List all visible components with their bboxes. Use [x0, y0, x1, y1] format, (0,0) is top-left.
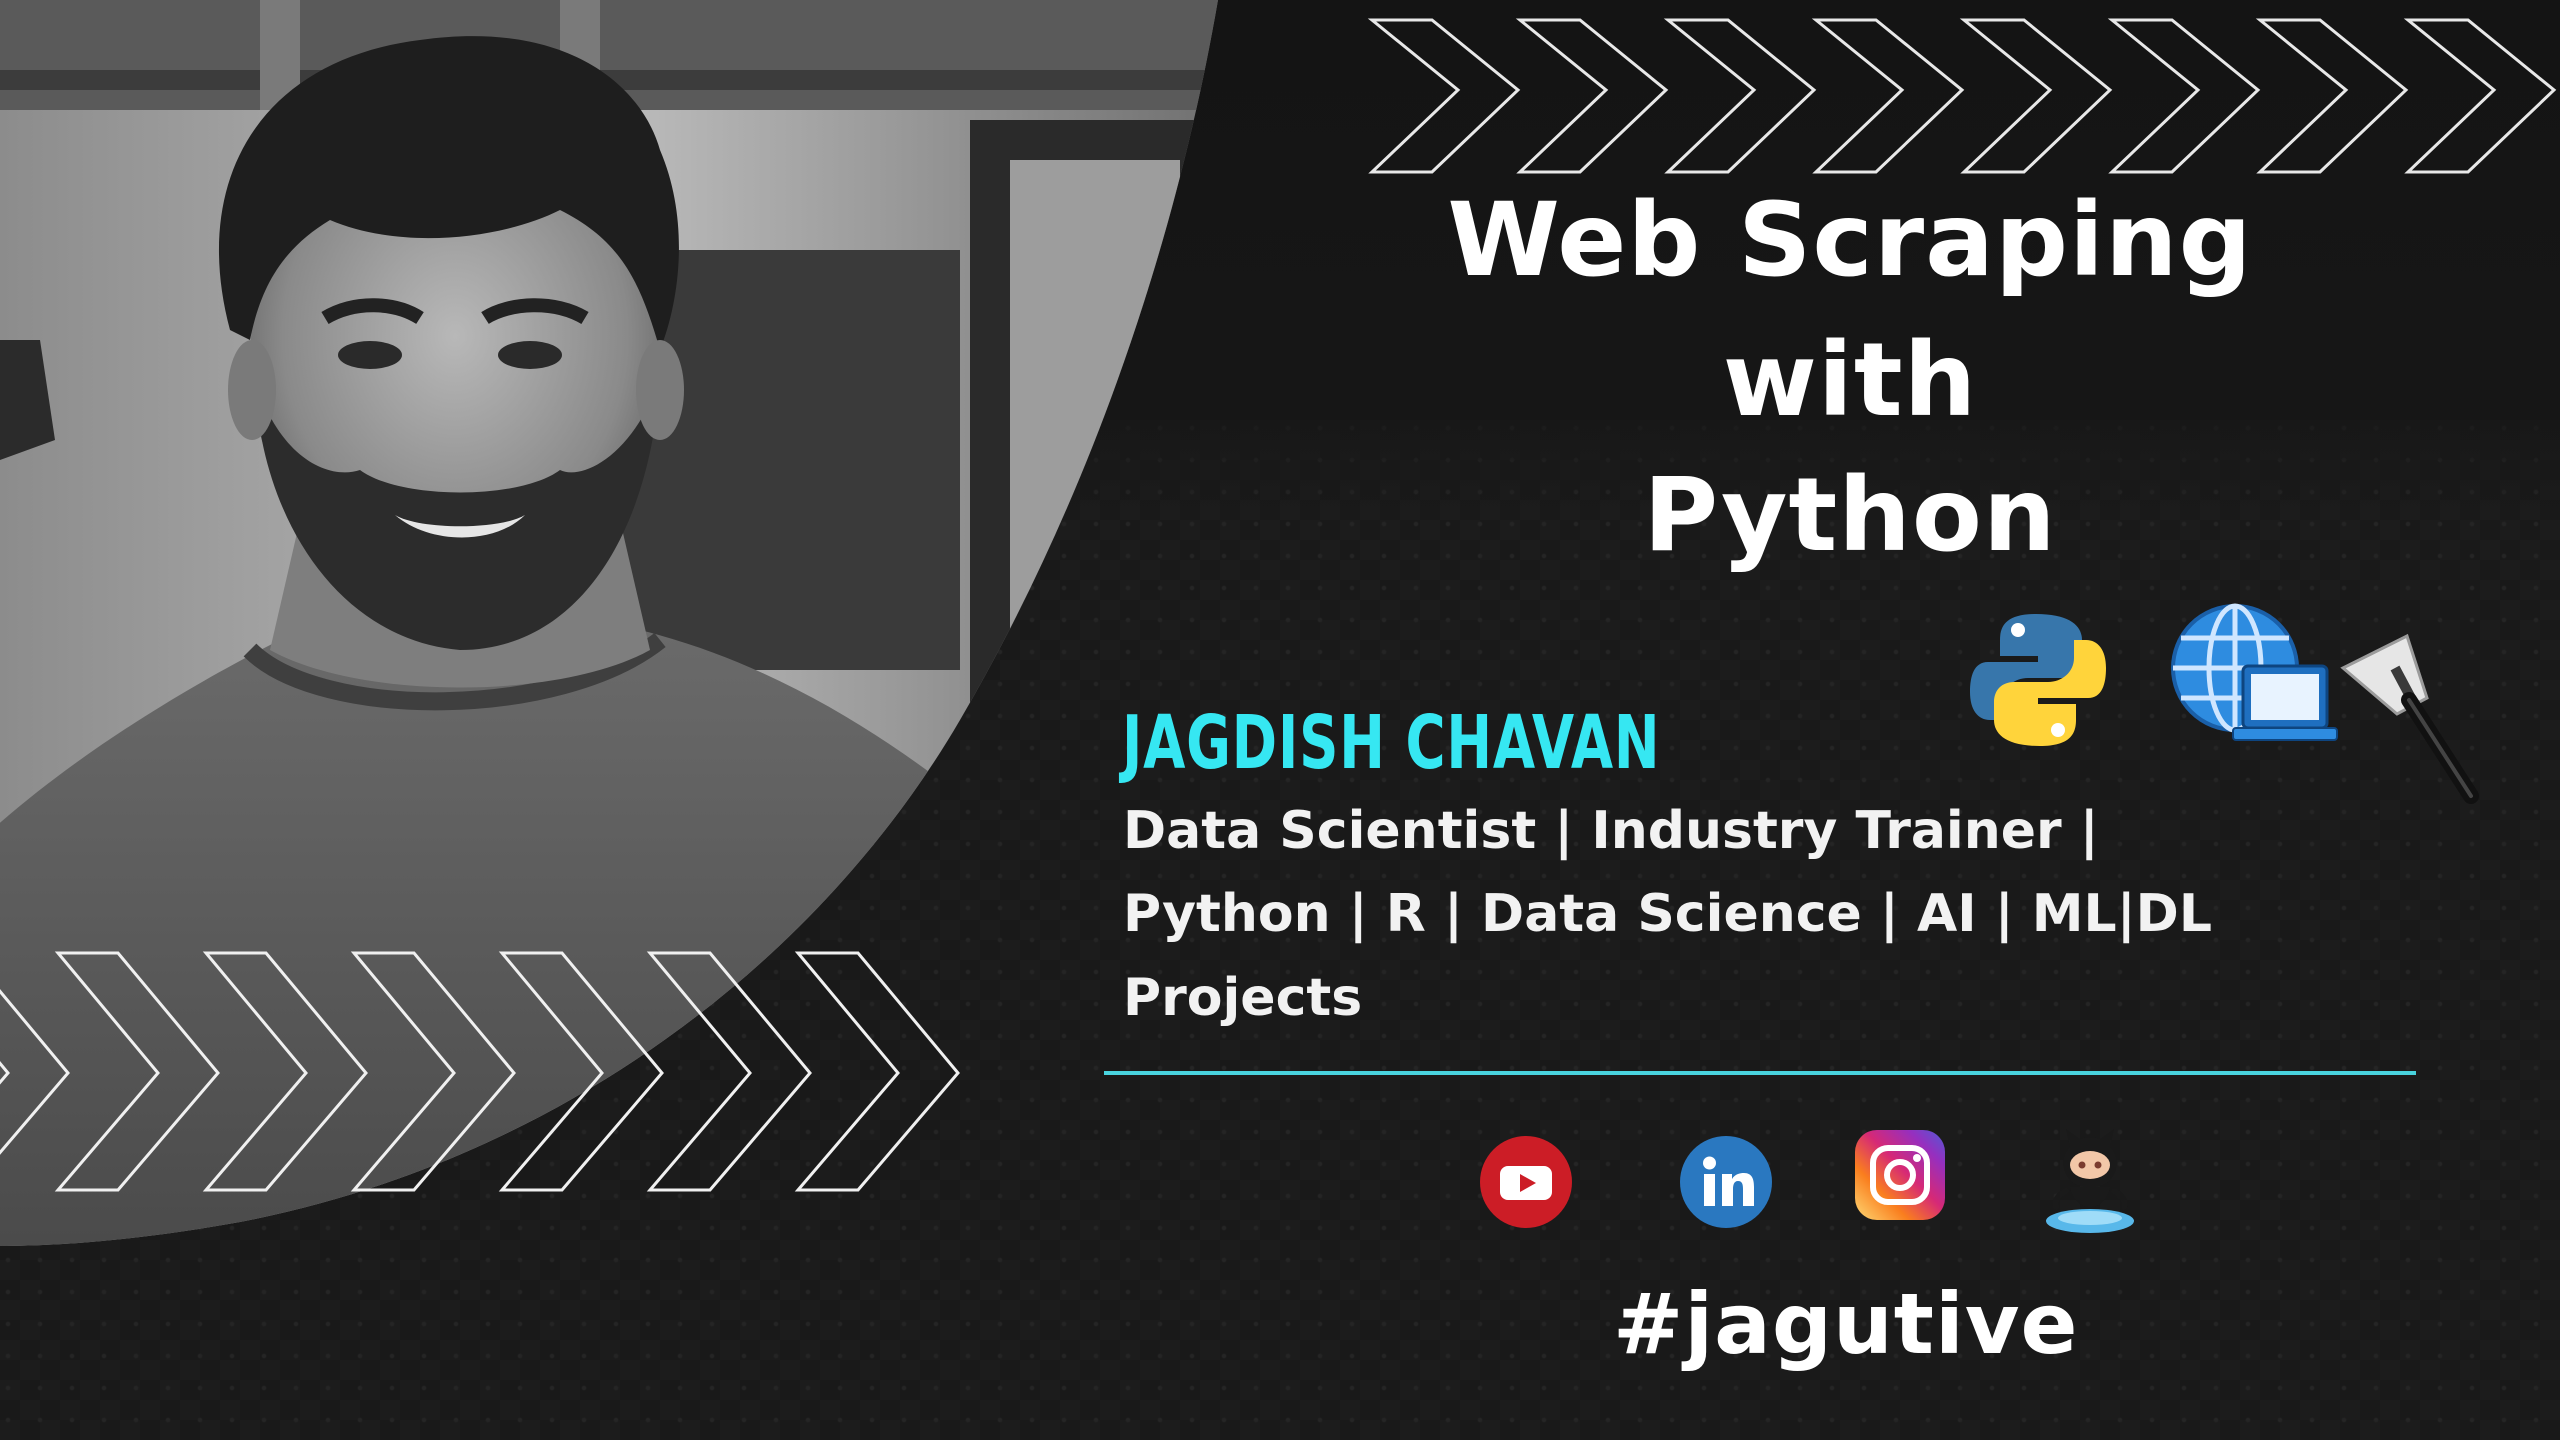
scraper-spatula-icon — [2340, 633, 2479, 804]
title-line-3: Python — [1643, 456, 2057, 575]
tagline-line-1: Data Scientist | Industry Trainer | — [1123, 801, 2099, 861]
python-logo-icon — [1970, 614, 2106, 746]
bottom-chevron-row — [0, 951, 960, 1192]
title-line-1: Web Scraping — [1447, 181, 2253, 300]
instagram-icon[interactable] — [1853, 1128, 1947, 1222]
tagline-line-3: Projects — [1123, 968, 1363, 1028]
globe-computer-icon — [2171, 603, 2338, 741]
top-chevron-row — [1367, 18, 2557, 174]
hashtag-text: #jagutive — [1613, 1275, 2079, 1373]
thumbnail-canvas: Web Scraping with Python JAGDISH CHAVAN … — [0, 0, 2560, 1440]
tagline-line-2: Python | R | Data Science | AI | ML|DL — [1123, 884, 2212, 944]
cyan-divider-line — [1104, 1071, 2416, 1075]
title-line-2: with — [1722, 321, 1978, 440]
presenter-name: JAGDISH CHAVAN — [1122, 700, 1661, 786]
linkedin-icon[interactable] — [1678, 1134, 1774, 1230]
github-octocat-icon[interactable] — [2040, 1125, 2140, 1237]
youtube-icon[interactable] — [1478, 1134, 1574, 1230]
